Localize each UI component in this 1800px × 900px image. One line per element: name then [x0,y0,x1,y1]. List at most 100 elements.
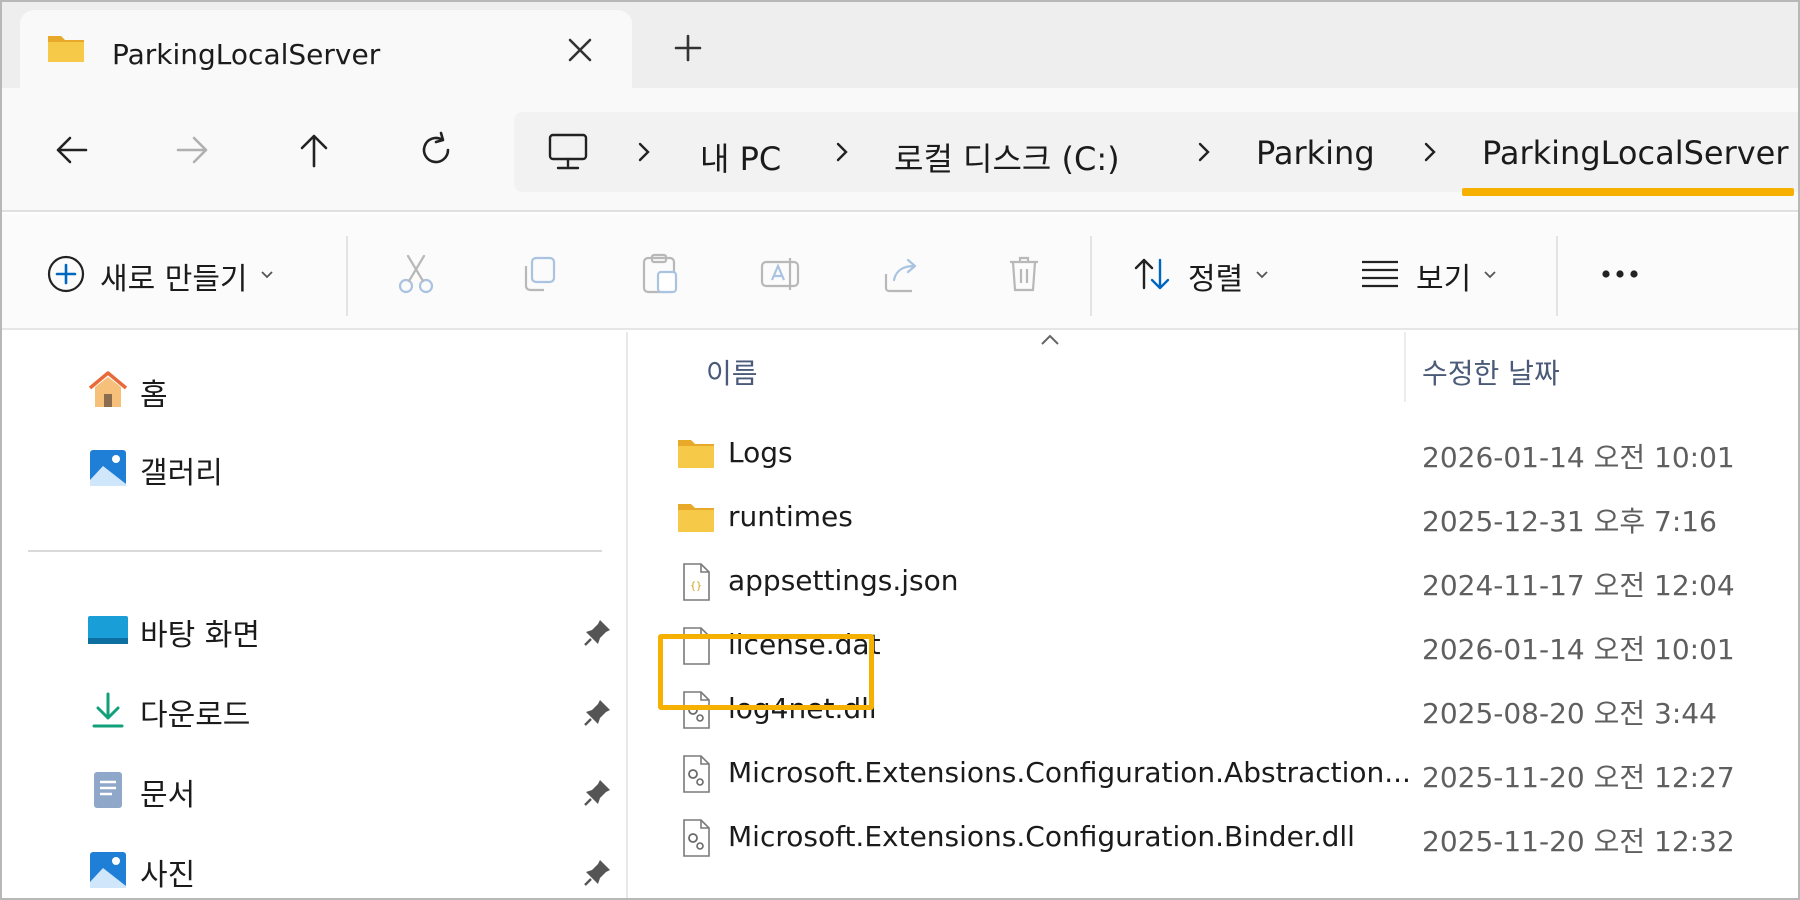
share-button[interactable] [880,254,924,298]
dll-file-icon [676,818,716,858]
file-list: 이름 수정한 날짜 Logs 2026-01-14 오전 10:01 runti… [630,332,1798,898]
sidebar-item-gallery[interactable]: 갤러리 [86,446,223,494]
list-item[interactable]: Microsoft.Extensions.Configuration.Binde… [630,802,1798,874]
paste-button[interactable] [638,252,682,300]
document-icon [86,768,130,816]
more-options-button[interactable] [1598,254,1642,298]
more-icon [1598,252,1642,300]
folder-icon [676,498,716,538]
close-tab-icon[interactable] [560,30,600,70]
file-date: 2025-08-20 오전 3:44 [1422,697,1717,730]
breadcrumb-highlight [1462,188,1794,196]
home-icon [86,368,130,416]
list-item[interactable]: {} appsettings.json 2024-11-17 오전 12:04 [630,546,1798,618]
trash-icon [1002,252,1046,300]
clipboard-icon [638,252,682,300]
view-label: 보기 [1416,262,1472,297]
column-divider[interactable] [1404,332,1406,402]
sidebar-item-downloads[interactable]: 다운로드 [86,688,250,736]
file-name: Logs [728,436,793,469]
tab-strip: ParkingLocalServer [2,2,1798,90]
chevron-down-icon [1481,265,1499,287]
new-tab-button[interactable] [668,28,708,68]
sidebar-item-documents[interactable]: 문서 [86,768,195,816]
this-pc-icon [546,132,590,176]
divider [1556,236,1558,316]
gallery-icon [86,446,130,494]
divider [346,236,348,316]
file-name: runtimes [728,500,853,533]
pictures-icon [86,848,130,896]
navigation-pane: 홈 갤러리 바탕 화면 다운로드 문서 사진 [2,332,628,898]
sidebar-item-label: 바탕 화면 [140,618,260,653]
pin-icon[interactable] [582,856,614,888]
file-date: 2024-11-17 오전 12:04 [1422,569,1735,602]
download-icon [86,688,130,736]
chevron-right-icon [632,136,656,168]
sidebar-divider [28,550,602,552]
divider [1090,236,1092,316]
breadcrumb-local-disk[interactable]: 로컬 디스크 (C:) [894,134,1120,180]
file-date: 2025-11-20 오전 12:32 [1422,825,1735,858]
forward-button[interactable] [170,128,214,172]
list-item[interactable]: runtimes 2025-12-31 오후 7:16 [630,482,1798,554]
folder-icon [676,434,716,474]
list-item[interactable]: Microsoft.Extensions.Configuration.Abstr… [630,738,1798,810]
new-button-label: 새로 만들기 [100,262,248,297]
file-name: Microsoft.Extensions.Configuration.Binde… [728,820,1355,853]
back-button[interactable] [50,128,94,172]
sidebar-item-label: 홈 [140,378,168,413]
file-name: appsettings.json [728,564,959,597]
refresh-button[interactable] [414,128,458,172]
sidebar-item-label: 갤러리 [140,456,223,491]
sidebar-item-home[interactable]: 홈 [86,368,168,416]
tab-title: ParkingLocalServer [112,38,381,71]
copy-icon [516,252,560,300]
sidebar-item-desktop[interactable]: 바탕 화면 [86,608,260,656]
chevron-down-icon [258,265,276,287]
column-header-name[interactable]: 이름 [706,352,758,392]
chevron-right-icon [830,136,854,168]
file-date: 2026-01-14 오전 10:01 [1422,633,1735,666]
file-name: Microsoft.Extensions.Configuration.Abstr… [728,756,1411,789]
folder-icon [46,32,86,68]
dll-file-icon [676,754,716,794]
column-header-date[interactable]: 수정한 날짜 [1422,352,1560,392]
desktop-icon [86,608,130,656]
svg-text:{}: {} [690,581,702,592]
file-date: 2025-11-20 오전 12:27 [1422,761,1735,794]
sort-button[interactable]: 정렬 [1130,254,1271,298]
pin-icon[interactable] [582,696,614,728]
address-bar[interactable]: 내 PC 로컬 디스크 (C:) Parking ParkingLocalSer… [514,112,1798,196]
file-explorer-window: ParkingLocalServer 내 PC 로컬 디스크 (C:) Park… [0,0,1800,900]
list-item[interactable]: Logs 2026-01-14 오전 10:01 [630,418,1798,490]
cut-button[interactable] [394,254,438,298]
new-button[interactable]: 새로 만들기 [46,254,276,298]
chevron-right-icon [1192,136,1216,168]
file-date: 2025-12-31 오후 7:16 [1422,505,1717,538]
sidebar-item-label: 사진 [140,858,196,893]
copy-button[interactable] [516,254,560,298]
breadcrumb-parking[interactable]: Parking [1256,134,1375,172]
sort-arrows-icon [1130,252,1174,300]
pin-icon[interactable] [582,776,614,808]
sidebar-item-pictures[interactable]: 사진 [86,848,195,896]
share-icon [880,252,924,300]
json-file-icon: {} [676,562,716,602]
rename-button[interactable] [758,254,802,298]
up-button[interactable] [292,128,336,172]
breadcrumb-current[interactable]: ParkingLocalServer [1482,134,1789,172]
add-circle-icon [46,254,86,298]
sidebar-item-label: 문서 [140,778,196,813]
chevron-right-icon [1418,136,1442,168]
rename-icon [758,252,802,300]
pin-icon[interactable] [582,616,614,648]
chevron-down-icon [1253,265,1271,287]
tab-parkinglocalserver[interactable]: ParkingLocalServer [20,10,632,90]
delete-button[interactable] [1002,254,1046,298]
view-button[interactable]: 보기 [1358,254,1499,298]
sort-label: 정렬 [1188,262,1244,297]
breadcrumb-this-pc[interactable]: 내 PC [700,134,781,180]
scissors-icon [394,252,438,300]
command-bar: 새로 만들기 정렬 보기 [2,214,1798,330]
